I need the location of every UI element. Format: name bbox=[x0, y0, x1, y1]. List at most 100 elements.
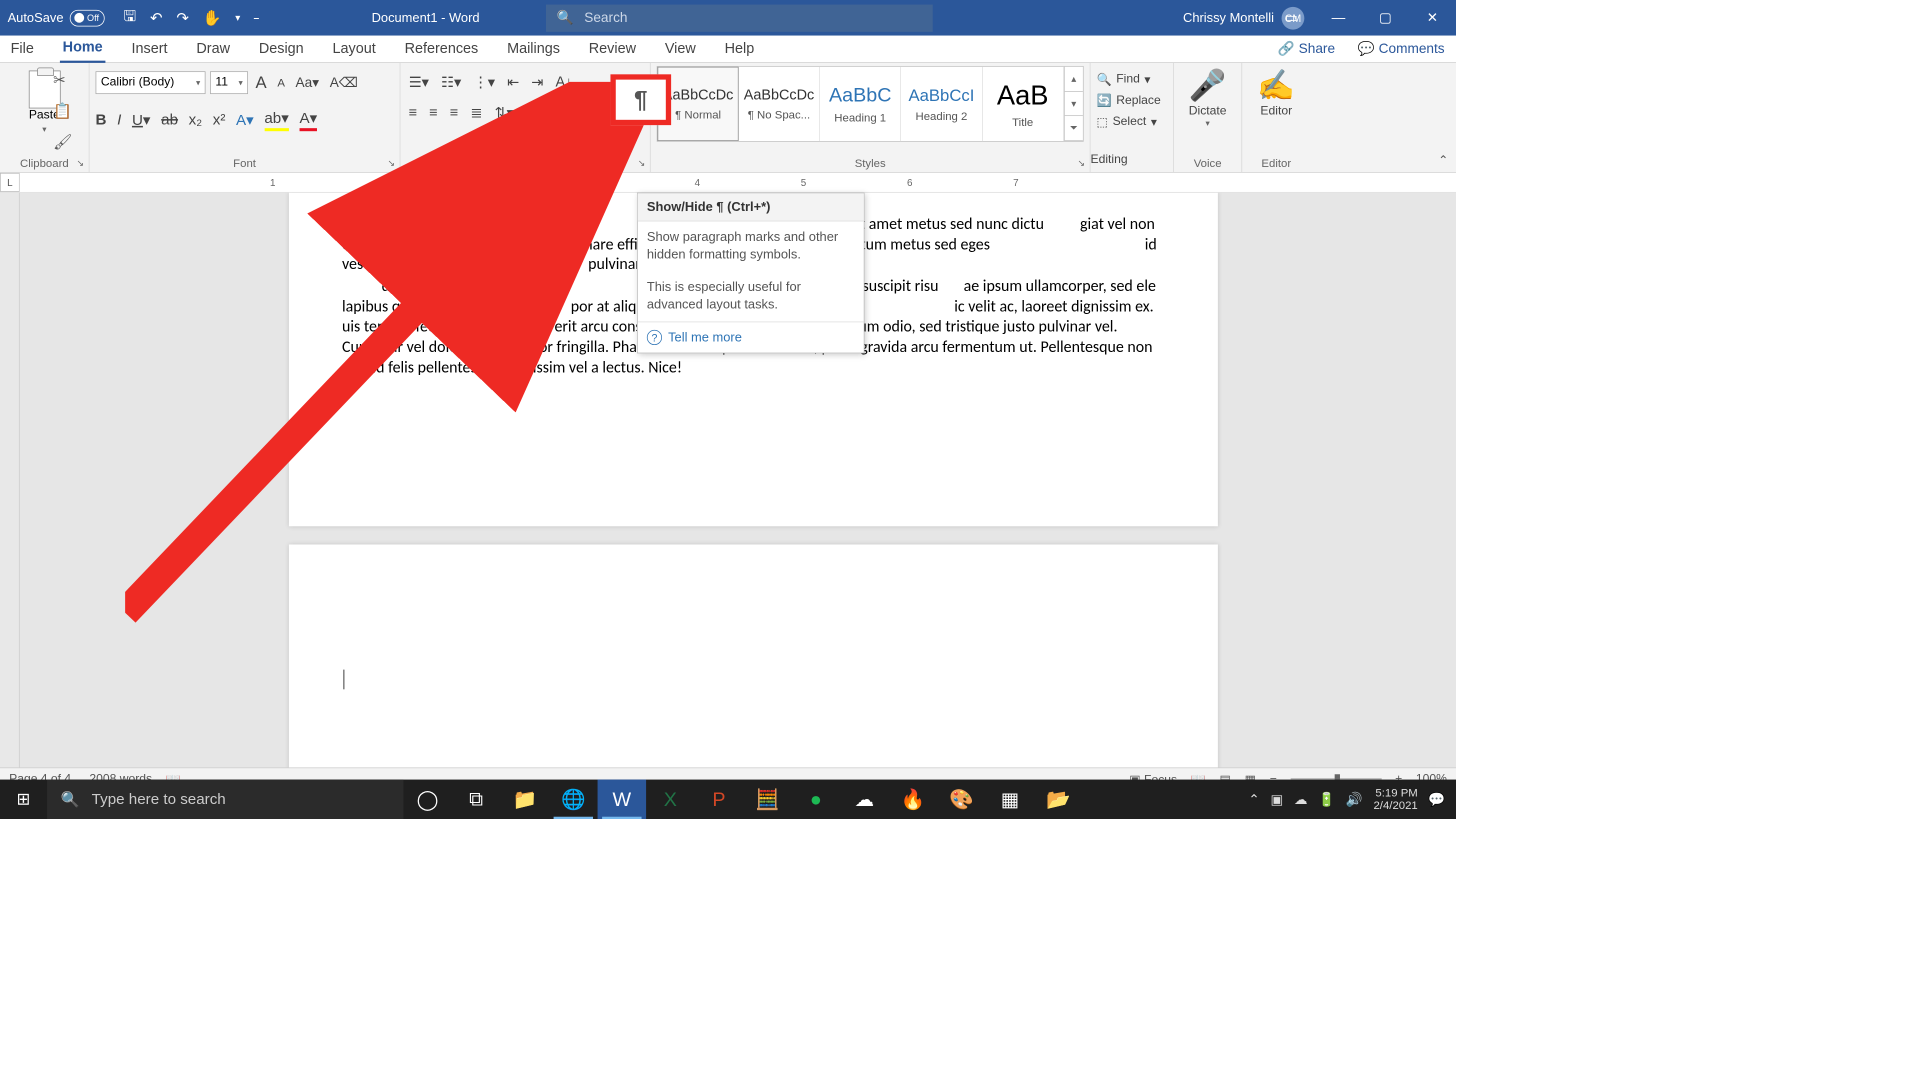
styles-expand[interactable]: ▴▾⏷ bbox=[1064, 67, 1083, 141]
align-left-icon[interactable]: ≡ bbox=[406, 105, 419, 122]
decrease-indent-icon[interactable]: ⇤ bbox=[505, 74, 522, 91]
numbering-icon[interactable]: ☷▾ bbox=[439, 74, 464, 91]
autosave-toggle[interactable]: AutoSave Off bbox=[8, 9, 105, 26]
save-icon[interactable]: 🖫 bbox=[123, 5, 136, 31]
justify-icon[interactable]: ≣ bbox=[468, 104, 485, 121]
sort-icon[interactable]: A↓ bbox=[553, 74, 574, 91]
bullets-icon[interactable]: ☰▾ bbox=[406, 74, 431, 91]
volume-icon[interactable]: 🔊 bbox=[1346, 791, 1363, 807]
tab-home[interactable]: Home bbox=[60, 35, 106, 63]
collapse-ribbon-icon[interactable]: ⌃ bbox=[1438, 152, 1448, 167]
clock[interactable]: 5:19 PM 2/4/2021 bbox=[1373, 786, 1417, 812]
show-hide-paragraph-button[interactable]: ¶ bbox=[610, 74, 671, 125]
notifications-icon[interactable]: 💬 bbox=[1428, 791, 1445, 807]
style-heading2[interactable]: AaBbCcIHeading 2 bbox=[901, 67, 982, 141]
app-icon[interactable]: ☁ bbox=[840, 780, 889, 819]
tab-review[interactable]: Review bbox=[586, 36, 639, 62]
font-color-icon[interactable]: A▾ bbox=[299, 108, 317, 131]
line-spacing-icon[interactable]: ⇅▾ bbox=[492, 104, 516, 121]
tell-me-more-link[interactable]: ? Tell me more bbox=[638, 321, 864, 352]
clear-format-icon[interactable]: A⌫ bbox=[327, 75, 361, 91]
select-button[interactable]: ⬚ Select ▾ bbox=[1097, 111, 1168, 132]
undo-icon[interactable]: ↶ bbox=[150, 8, 163, 27]
shading-icon[interactable]: ◧▾ bbox=[524, 104, 549, 121]
decrease-font-icon[interactable]: A bbox=[274, 76, 288, 89]
strikethrough-button[interactable]: ab bbox=[161, 111, 178, 128]
chrome-icon[interactable]: 🌐 bbox=[549, 780, 598, 819]
taskbar-search[interactable]: 🔍 Type here to search bbox=[47, 780, 403, 819]
minimize-button[interactable]: — bbox=[1315, 0, 1362, 36]
launcher-icon[interactable]: ↘ bbox=[1078, 158, 1086, 169]
align-center-icon[interactable]: ≡ bbox=[427, 105, 440, 122]
subscript-button[interactable]: x₂ bbox=[189, 111, 202, 128]
excel-icon[interactable]: X bbox=[646, 780, 695, 819]
underline-button[interactable]: U▾ bbox=[132, 110, 151, 129]
italic-button[interactable]: I bbox=[117, 111, 121, 128]
font-name-select[interactable]: Calibri (Body)▾ bbox=[96, 71, 206, 94]
borders-icon[interactable]: ⊞▾ bbox=[557, 104, 581, 121]
align-right-icon[interactable]: ≡ bbox=[448, 105, 461, 122]
vertical-ruler[interactable] bbox=[0, 193, 20, 791]
app-icon[interactable]: ▦ bbox=[986, 780, 1035, 819]
style-title[interactable]: AaBTitle bbox=[982, 67, 1063, 141]
tab-draw[interactable]: Draw bbox=[193, 36, 233, 62]
bold-button[interactable]: B bbox=[96, 111, 107, 128]
toggle-switch[interactable]: Off bbox=[70, 9, 105, 26]
launcher-icon[interactable]: ↘ bbox=[77, 158, 85, 169]
paint-icon[interactable]: 🎨 bbox=[937, 780, 986, 819]
task-view-icon[interactable]: ⧉ bbox=[452, 780, 501, 819]
folder-icon[interactable]: 📂 bbox=[1034, 780, 1083, 819]
horizontal-ruler[interactable]: 1 1 2 3 4 5 6 7 bbox=[20, 173, 1456, 192]
microphone-icon[interactable]: 🎤 bbox=[1180, 67, 1235, 103]
close-button[interactable]: ✕ bbox=[1409, 0, 1456, 36]
multilevel-icon[interactable]: ⋮▾ bbox=[471, 74, 497, 91]
tab-view[interactable]: View bbox=[662, 36, 699, 62]
tab-layout[interactable]: Layout bbox=[329, 36, 378, 62]
cloud-icon[interactable]: ☁ bbox=[1294, 791, 1308, 807]
style-heading1[interactable]: AaBbCHeading 1 bbox=[820, 67, 901, 141]
start-button[interactable]: ⊞ bbox=[0, 780, 47, 819]
text-effects-icon[interactable]: A▾ bbox=[236, 110, 254, 129]
battery-icon[interactable]: 🔋 bbox=[1318, 791, 1335, 807]
spotify-icon[interactable]: ● bbox=[792, 780, 841, 819]
tab-file[interactable]: File bbox=[8, 36, 37, 62]
redo-icon[interactable]: ↷ bbox=[176, 8, 189, 27]
launcher-icon[interactable]: ↘ bbox=[638, 158, 646, 169]
font-size-select[interactable]: 11▾ bbox=[210, 71, 248, 94]
onedrive-icon[interactable]: ▣ bbox=[1270, 791, 1283, 807]
qat-dropdown-icon[interactable]: ▾ bbox=[235, 12, 240, 24]
replace-button[interactable]: 🔄 Replace bbox=[1097, 90, 1168, 111]
style-no-spacing[interactable]: AaBbCcDc¶ No Spac... bbox=[739, 67, 820, 141]
tab-references[interactable]: References bbox=[402, 36, 482, 62]
word-icon[interactable]: W bbox=[598, 780, 647, 819]
maximize-button[interactable]: ▢ bbox=[1362, 0, 1409, 36]
page[interactable] bbox=[289, 544, 1218, 790]
app-icon[interactable]: 🔥 bbox=[889, 780, 938, 819]
touch-mode-icon[interactable]: ✋ bbox=[203, 8, 222, 27]
tray-chevron-icon[interactable]: ⌃ bbox=[1248, 791, 1259, 807]
highlight-icon[interactable]: ab▾ bbox=[264, 108, 288, 131]
tab-selector[interactable]: L bbox=[0, 173, 20, 192]
find-button[interactable]: 🔍 Find ▾ bbox=[1097, 69, 1168, 90]
qat-overflow-icon[interactable]: ⎯ bbox=[254, 12, 259, 24]
cortana-icon[interactable]: ◯ bbox=[403, 780, 452, 819]
copy-icon[interactable]: 📋 bbox=[53, 102, 72, 121]
share-button[interactable]: 🔗 Share bbox=[1278, 41, 1335, 57]
tab-mailings[interactable]: Mailings bbox=[504, 36, 563, 62]
tab-insert[interactable]: Insert bbox=[128, 36, 170, 62]
launcher-icon[interactable]: ↘ bbox=[387, 158, 395, 169]
editor-icon[interactable]: ✍ bbox=[1248, 67, 1304, 103]
cut-icon[interactable]: ✂ bbox=[53, 71, 72, 90]
increase-indent-icon[interactable]: ⇥ bbox=[529, 74, 546, 91]
file-explorer-icon[interactable]: 📁 bbox=[501, 780, 550, 819]
increase-font-icon[interactable]: A bbox=[253, 73, 270, 93]
change-case-icon[interactable]: Aa▾ bbox=[292, 75, 322, 91]
powerpoint-icon[interactable]: P bbox=[695, 780, 744, 819]
superscript-button[interactable]: x² bbox=[213, 111, 226, 128]
ribbon-display-icon[interactable]: ▭ bbox=[1268, 0, 1315, 36]
format-painter-icon[interactable]: 🖌 bbox=[53, 133, 72, 152]
tab-design[interactable]: Design bbox=[256, 36, 307, 62]
tab-help[interactable]: Help bbox=[722, 36, 758, 62]
comments-button[interactable]: 💬 Comments bbox=[1358, 41, 1445, 57]
search-box[interactable]: 🔍 Search bbox=[546, 4, 933, 31]
